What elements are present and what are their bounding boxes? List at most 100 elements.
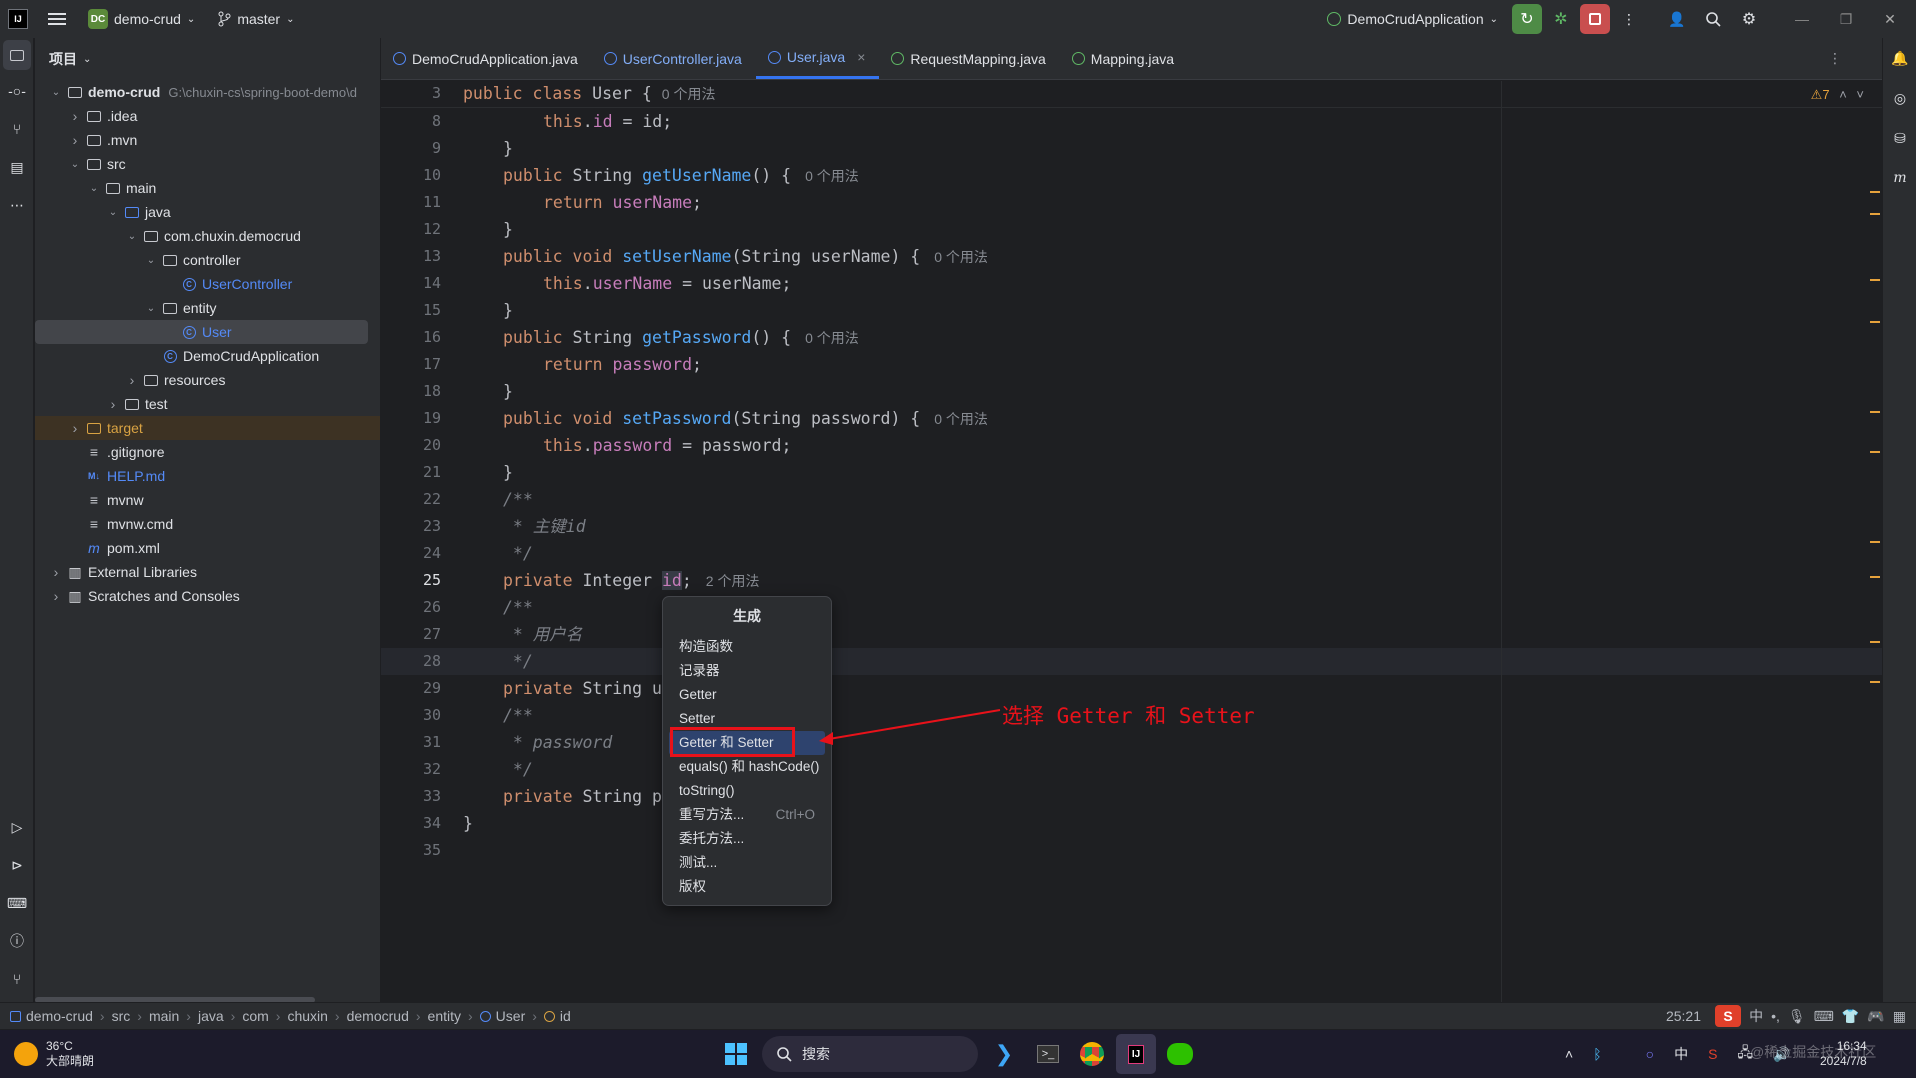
main-menu-button[interactable]: [42, 5, 72, 33]
code-line[interactable]: return password;: [543, 351, 702, 378]
sogou-ime-icon[interactable]: S: [1715, 1005, 1742, 1027]
breadcrumb-item[interactable]: src: [112, 1008, 131, 1024]
code-line[interactable]: }: [503, 216, 513, 243]
caret-position[interactable]: 25:21: [1666, 1008, 1701, 1024]
code-line[interactable]: private Integer id; 2 个用法: [503, 567, 759, 594]
chevron-down-icon[interactable]: ⌄: [49, 87, 63, 98]
breadcrumb-item[interactable]: democrud: [347, 1008, 409, 1024]
close-window-button[interactable]: ✕: [1868, 4, 1912, 34]
code-line[interactable]: public void setUserName(String userName)…: [503, 243, 988, 270]
code-line[interactable]: }: [503, 297, 513, 324]
code-line[interactable]: }: [503, 135, 513, 162]
chevron-down-icon[interactable]: ⌄: [87, 183, 101, 194]
menu-item[interactable]: 构造函数: [669, 635, 825, 659]
chevron-up-icon[interactable]: ˄: [1565, 1046, 1573, 1062]
tree-item[interactable]: ≡ mvnw: [68, 488, 144, 512]
run-tool-button[interactable]: ▷: [0, 808, 34, 846]
project-panel-header[interactable]: 项目 ⌄: [35, 38, 380, 80]
rerun-button[interactable]: ↻: [1512, 4, 1542, 34]
tree-item[interactable]: › ▥ Scratches and Consoles: [49, 584, 240, 608]
code-line[interactable]: this.password = password;: [543, 432, 791, 459]
tree-item[interactable]: ⌄ controller: [144, 248, 241, 272]
minimize-button[interactable]: —: [1780, 4, 1824, 34]
chevron-down-icon[interactable]: ˅: [1856, 87, 1864, 102]
code-line[interactable]: }: [503, 378, 513, 405]
tree-item[interactable]: › target: [35, 416, 380, 440]
problems-tool-button[interactable]: ⓘ: [0, 922, 34, 960]
chevron-right-icon[interactable]: ›: [49, 564, 63, 580]
chevron-right-icon[interactable]: ›: [68, 132, 82, 148]
code-line[interactable]: this.userName = userName;: [543, 270, 791, 297]
code-line[interactable]: this.id = id;: [543, 108, 672, 135]
ai-assistant-button[interactable]: ◎: [1883, 78, 1916, 118]
breadcrumb-item[interactable]: entity: [428, 1008, 461, 1024]
tree-item[interactable]: › resources: [125, 368, 226, 392]
chevron-right-icon[interactable]: ›: [49, 588, 63, 604]
code-line[interactable]: /**: [503, 486, 533, 513]
tab-usercontroller-java[interactable]: UserController.java: [592, 38, 756, 79]
search-everywhere-button[interactable]: [1698, 4, 1728, 34]
terminal-tool-button[interactable]: ⌨: [0, 884, 34, 922]
project-switcher[interactable]: DC demo-crud ⌄: [82, 5, 201, 33]
code-line[interactable]: return userName;: [543, 189, 702, 216]
menu-item[interactable]: 记录器: [669, 659, 825, 683]
skin-icon[interactable]: 👕: [1842, 1008, 1859, 1025]
terminal-taskbar-button[interactable]: >_: [1028, 1034, 1068, 1074]
warning-indicator[interactable]: ⚠7 ˄ ˅: [1811, 87, 1864, 103]
database-button[interactable]: ⛁: [1883, 118, 1916, 158]
stop-button[interactable]: [1580, 4, 1610, 34]
breadcrumb-item[interactable]: com: [242, 1008, 268, 1024]
pull-requests-button[interactable]: ⑂: [0, 110, 34, 148]
code-line[interactable]: public String getPassword() {0 个用法: [503, 324, 859, 351]
microphone-icon[interactable]: 🎙: [1788, 1008, 1806, 1025]
breadcrumb-item[interactable]: main: [149, 1008, 179, 1024]
chevron-right-icon[interactable]: ›: [106, 396, 120, 412]
tab-democrudapplication-java[interactable]: DemoCrudApplication.java: [381, 38, 592, 79]
close-tab-icon[interactable]: ×: [857, 49, 865, 65]
notifications-button[interactable]: 🔔: [1883, 38, 1916, 78]
code-line[interactable]: }: [463, 810, 473, 837]
code-line[interactable]: * password: [503, 729, 612, 756]
tree-item[interactable]: ⌄ src: [68, 152, 126, 176]
breadcrumb-item[interactable]: User: [496, 1008, 526, 1024]
code-line[interactable]: */: [503, 540, 533, 567]
vscode-taskbar-button[interactable]: ❯: [984, 1034, 1024, 1074]
tree-item[interactable]: › ▥ External Libraries: [49, 560, 197, 584]
tree-item[interactable]: ⌄ java: [106, 200, 171, 224]
tree-item[interactable]: C DemoCrudApplication: [144, 344, 319, 368]
game-icon[interactable]: 🎮: [1867, 1008, 1884, 1025]
code-line[interactable]: * 用户名: [503, 621, 582, 648]
menu-item-equals-hashcode[interactable]: equals() 和 hashCode(): [669, 755, 825, 779]
code-line[interactable]: /**: [503, 702, 533, 729]
branch-switcher[interactable]: master ⌄: [211, 5, 300, 33]
tab-user-java[interactable]: User.java ×: [755, 38, 880, 79]
taskbar-search[interactable]: 搜索: [762, 1036, 978, 1072]
tab-options-icon[interactable]: ⋮: [1828, 50, 1842, 67]
breadcrumb-item[interactable]: java: [198, 1008, 224, 1024]
chevron-down-icon[interactable]: ⌄: [68, 159, 82, 170]
code-line[interactable]: */: [503, 648, 533, 675]
tree-item[interactable]: ≡ .gitignore: [68, 440, 165, 464]
code-line[interactable]: */: [503, 756, 533, 783]
punctuation-icon[interactable]: •,: [1771, 1008, 1780, 1024]
structure-tool-button[interactable]: ▤: [0, 148, 34, 186]
code-line[interactable]: public String getUserName() {0 个用法: [503, 162, 859, 189]
menu-item-getter[interactable]: Getter: [669, 683, 825, 707]
tree-item[interactable]: C User: [35, 320, 368, 344]
menu-item[interactable]: 测试...: [669, 851, 825, 875]
grid-icon[interactable]: ▦: [1893, 1008, 1906, 1025]
sticky-header[interactable]: public class User {0 个用法: [463, 81, 715, 107]
ime-indicator[interactable]: 中: [1674, 1044, 1688, 1064]
code-line[interactable]: public void setPassword(String password)…: [503, 405, 988, 432]
sogou-tray-icon[interactable]: S: [1708, 1046, 1717, 1062]
error-stripe[interactable]: [1870, 121, 1880, 1001]
commit-tool-button[interactable]: -○-: [0, 72, 34, 110]
cortana-icon[interactable]: ○: [1646, 1046, 1654, 1062]
tree-item[interactable]: m pom.xml: [68, 536, 160, 560]
wechat-taskbar-button[interactable]: [1160, 1034, 1200, 1074]
debug-button[interactable]: ✲: [1546, 4, 1576, 34]
breadcrumb-item[interactable]: demo-crud: [26, 1008, 93, 1024]
tree-item[interactable]: › test: [106, 392, 168, 416]
chevron-up-icon[interactable]: ˄: [1839, 87, 1847, 102]
chevron-down-icon[interactable]: ⌄: [125, 231, 139, 242]
